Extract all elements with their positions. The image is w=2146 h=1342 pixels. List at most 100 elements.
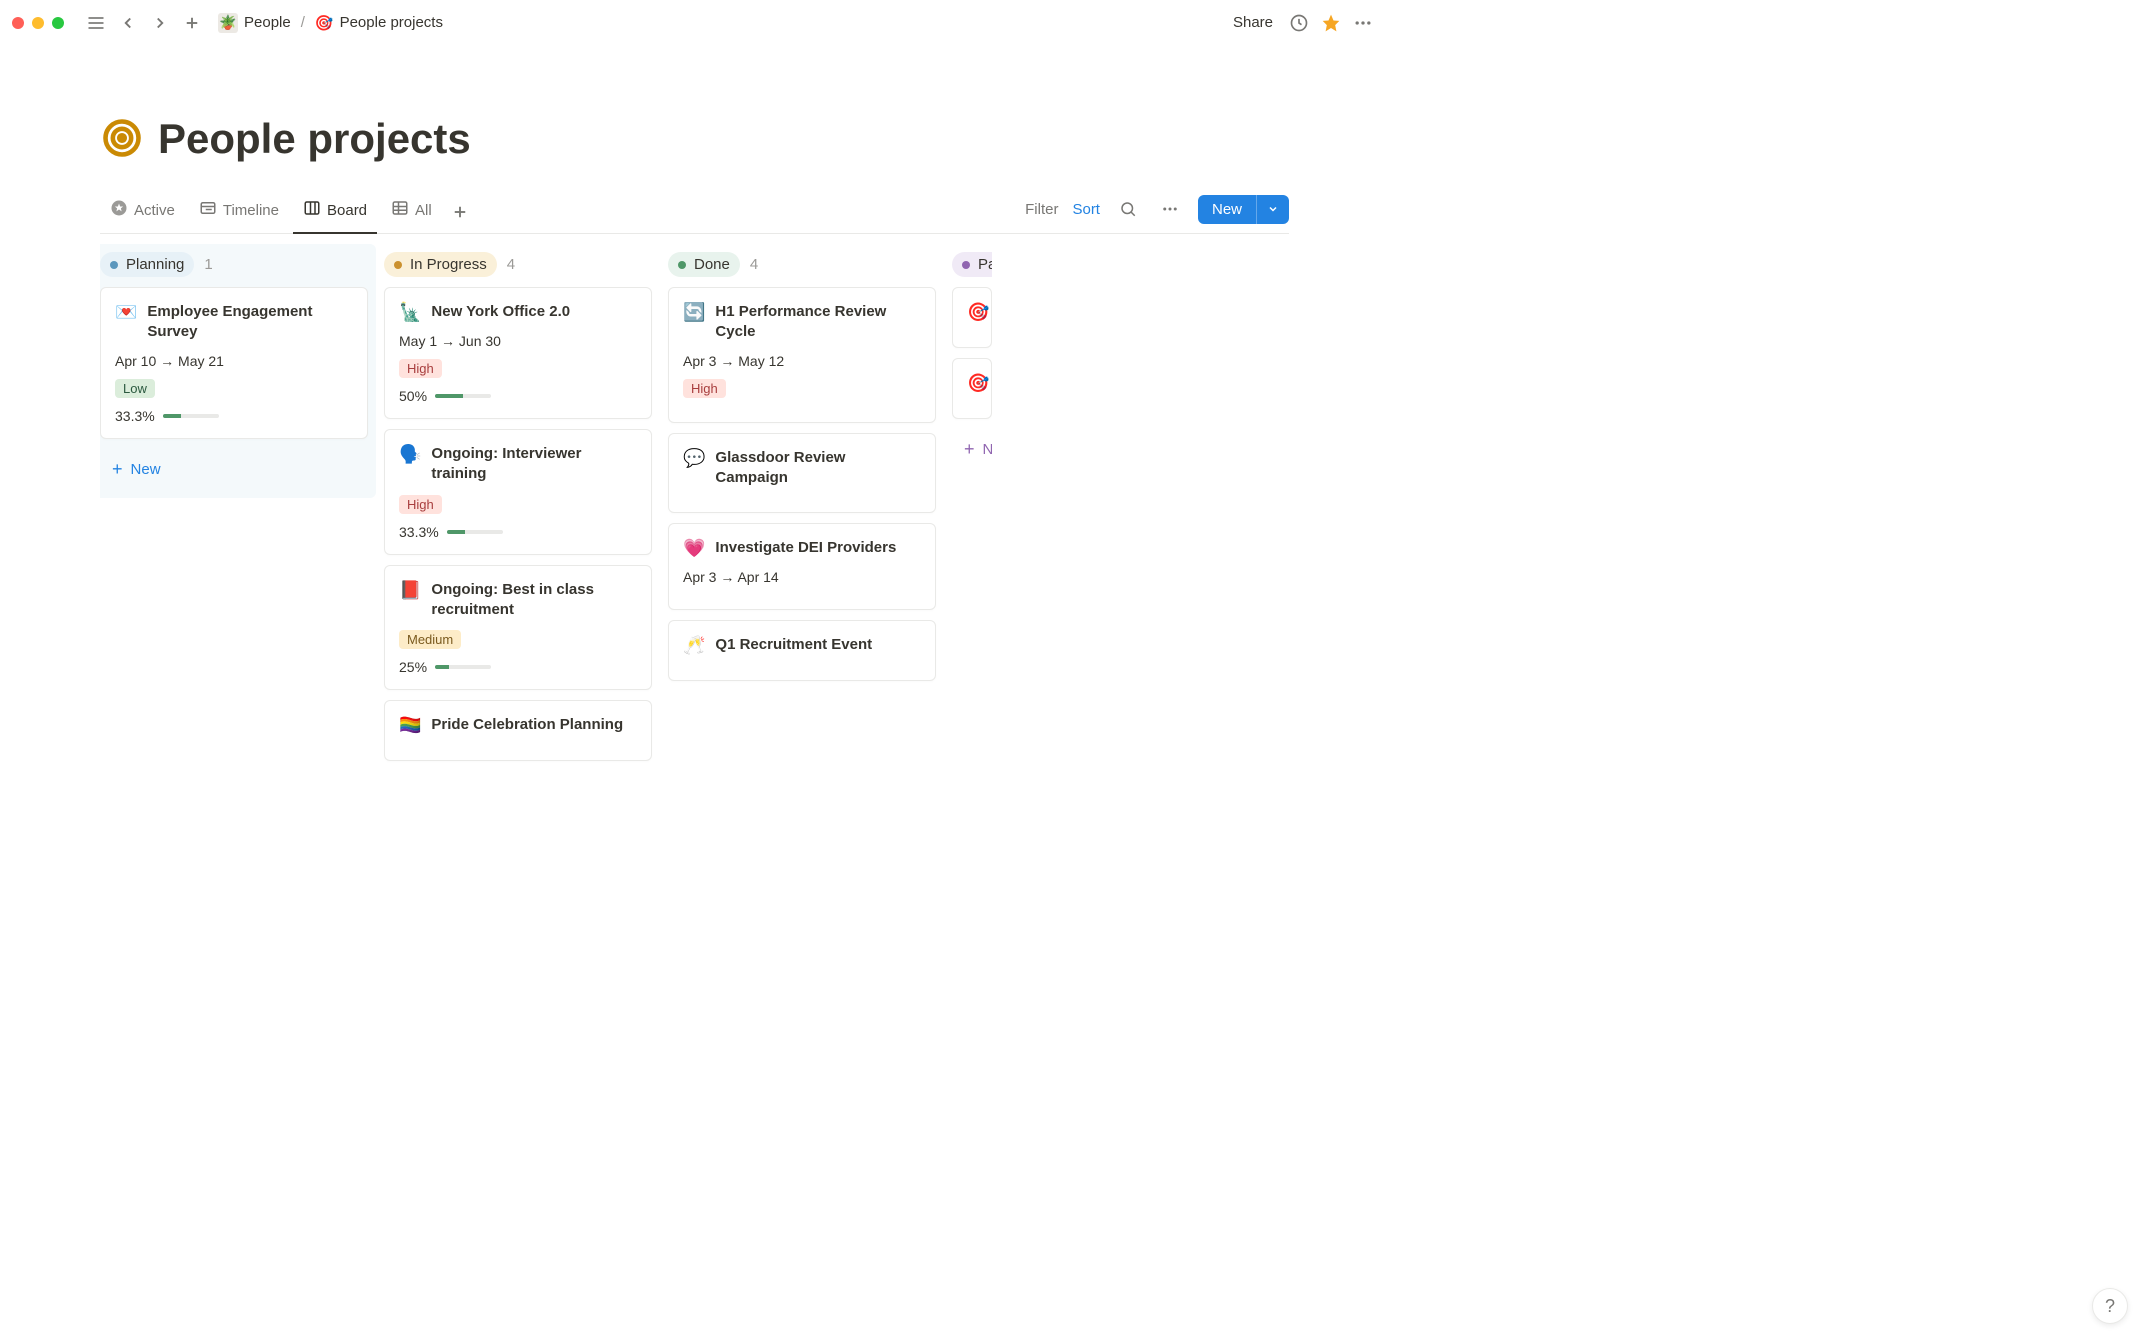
card-title-row: 🏳️‍🌈Pride Celebration Planning — [399, 715, 637, 736]
column-pill[interactable]: Done — [668, 252, 740, 277]
close-window-icon[interactable] — [12, 17, 24, 29]
board-card[interactable]: 🔄H1 Performance Review CycleApr 3 → May … — [668, 287, 936, 423]
progress-bar — [435, 394, 491, 398]
sidebar-toggle-icon[interactable] — [82, 9, 110, 37]
board-column-paused: Pa 🎯 🎯 +N — [952, 252, 992, 771]
progress-percent: 50% — [399, 388, 427, 404]
progress-bar — [435, 665, 491, 669]
nav-forward-icon[interactable] — [146, 9, 174, 37]
column-header[interactable]: Pa — [952, 252, 992, 277]
add-view-icon[interactable] — [446, 198, 474, 226]
breadcrumb-current[interactable]: 🎯 People projects — [311, 12, 447, 34]
board-card[interactable]: 🗣️Ongoing: Interviewer trainingHigh33.3% — [384, 429, 652, 555]
board-card[interactable]: 🗽New York Office 2.0May 1 → Jun 30High50… — [384, 287, 652, 419]
card-emoji-icon: 🎯 — [967, 302, 989, 323]
card-title-row: 📕 Ongoing: Best in class recruitment — [399, 580, 637, 621]
more-menu-icon[interactable] — [1349, 9, 1377, 37]
card-emoji-icon: 🏳️‍🌈 — [399, 715, 421, 736]
nav-back-icon[interactable] — [114, 9, 142, 37]
page-title[interactable]: People projects — [158, 115, 471, 163]
filter-button[interactable]: Filter — [1025, 201, 1058, 218]
sort-button[interactable]: Sort — [1072, 201, 1100, 218]
priority-tag: Low — [115, 379, 155, 398]
new-button-dropdown[interactable] — [1256, 195, 1289, 224]
card-title-row: 💬Glassdoor Review Campaign — [683, 448, 921, 489]
column-header[interactable]: Done 4 — [668, 252, 936, 277]
updates-icon[interactable] — [1285, 9, 1313, 37]
board-card[interactable]: 💗 Investigate DEI Providers Apr 3 → Apr 14 — [668, 523, 936, 610]
breadcrumb-parent-icon: 🪴 — [218, 13, 238, 33]
column-count: 4 — [750, 256, 758, 273]
status-dot-icon — [110, 261, 118, 269]
tab-board[interactable]: Board — [293, 191, 377, 234]
card-title: Investigate DEI Providers — [715, 538, 896, 558]
card-date-range: Apr 3 → Apr 14 — [683, 569, 921, 585]
add-card-button[interactable]: +N — [952, 429, 992, 470]
tab-all[interactable]: All — [381, 191, 442, 234]
plus-icon: + — [112, 459, 123, 480]
card-emoji-icon: 🗽 — [399, 302, 421, 323]
board-column-planning: Planning1 💌Employee Engagement SurveyApr … — [100, 252, 368, 771]
board-column-in_progress: In Progress 4 🗽New York Office 2.0May 1 → … — [384, 252, 652, 771]
maximize-window-icon[interactable] — [52, 17, 64, 29]
view-options-icon[interactable] — [1156, 195, 1184, 223]
window-controls — [12, 17, 64, 29]
board-card[interactable]: 💌Employee Engagement SurveyApr 10 → May … — [100, 287, 368, 439]
board-card[interactable]: 🎯 — [952, 287, 992, 348]
page-icon[interactable] — [100, 116, 144, 163]
board-column-done: Done 4 🔄 H1 Performance Review Cycle Apr 3 →… — [668, 252, 936, 771]
card-title-row: 🗽New York Office 2.0 — [399, 302, 637, 323]
breadcrumb-parent-label: People — [244, 14, 291, 31]
new-button-label[interactable]: New — [1198, 195, 1256, 224]
favorite-star-icon[interactable] — [1317, 9, 1345, 37]
card-title-row: 🗣️ Ongoing: Interviewer training — [399, 444, 637, 485]
card-emoji-icon: 💬 — [683, 448, 705, 469]
card-date-range: Apr 10 → May 21 — [115, 353, 353, 369]
card-emoji-icon: 💌 — [115, 302, 137, 323]
progress-percent: 25% — [399, 659, 427, 675]
topbar: 🪴 People / 🎯 People projects Share — [0, 0, 1389, 45]
priority-tag: Medium — [399, 630, 461, 649]
card-emoji-icon: 🔄 — [683, 302, 705, 323]
new-button[interactable]: New — [1198, 195, 1289, 224]
breadcrumb-parent[interactable]: 🪴 People — [214, 11, 295, 35]
card-title: Ongoing: Best in class recruitment — [431, 580, 637, 621]
views-toolbar: Filter Sort New — [1025, 195, 1289, 230]
card-title-row: 💗 Investigate DEI Providers — [683, 538, 921, 559]
column-pill[interactable]: Planning — [100, 252, 194, 277]
minimize-window-icon[interactable] — [32, 17, 44, 29]
board-card[interactable]: 🎯 — [952, 358, 992, 419]
board-card[interactable]: 🏳️‍🌈Pride Celebration Planning — [384, 700, 652, 761]
priority-tag: High — [399, 359, 442, 378]
card-emoji-icon: 💗 — [683, 538, 705, 559]
add-card-button[interactable]: +New — [100, 449, 368, 490]
progress-fill — [163, 414, 182, 418]
search-icon[interactable] — [1114, 195, 1142, 223]
progress-percent: 33.3% — [399, 524, 439, 540]
card-title: Ongoing: Interviewer training — [431, 444, 637, 485]
new-tab-icon[interactable] — [178, 9, 206, 37]
status-dot-icon — [394, 261, 402, 269]
board-card[interactable]: 🥂Q1 Recruitment Event — [668, 620, 936, 681]
board-card[interactable]: 📕 Ongoing: Best in class recruitment Mediu… — [384, 565, 652, 691]
priority-tag: High — [683, 379, 726, 398]
column-header[interactable]: Planning1 — [100, 252, 368, 277]
progress-fill — [435, 665, 449, 669]
column-pill[interactable]: Pa — [952, 252, 992, 277]
column-pill[interactable]: In Progress — [384, 252, 497, 277]
board-card[interactable]: 💬Glassdoor Review Campaign — [668, 433, 936, 514]
board: Planning1 💌Employee Engagement SurveyApr … — [100, 234, 1289, 771]
tab-active[interactable]: Active — [100, 191, 185, 234]
card-title-row: 🎯 — [967, 302, 977, 323]
card-emoji-icon: 🗣️ — [399, 444, 421, 465]
tab-timeline[interactable]: Timeline — [189, 191, 289, 234]
progress-percent: 33.3% — [115, 408, 155, 424]
help-button[interactable]: ? — [2092, 1288, 2128, 1324]
card-title: H1 Performance Review Cycle — [715, 302, 921, 343]
column-label: Planning — [126, 256, 184, 273]
column-header[interactable]: In Progress 4 — [384, 252, 652, 277]
card-emoji-icon: 📕 — [399, 580, 421, 601]
share-button[interactable]: Share — [1225, 10, 1281, 35]
column-count: 4 — [507, 256, 515, 273]
views-bar: Active Timeline Board All Filter Sort — [100, 191, 1289, 234]
